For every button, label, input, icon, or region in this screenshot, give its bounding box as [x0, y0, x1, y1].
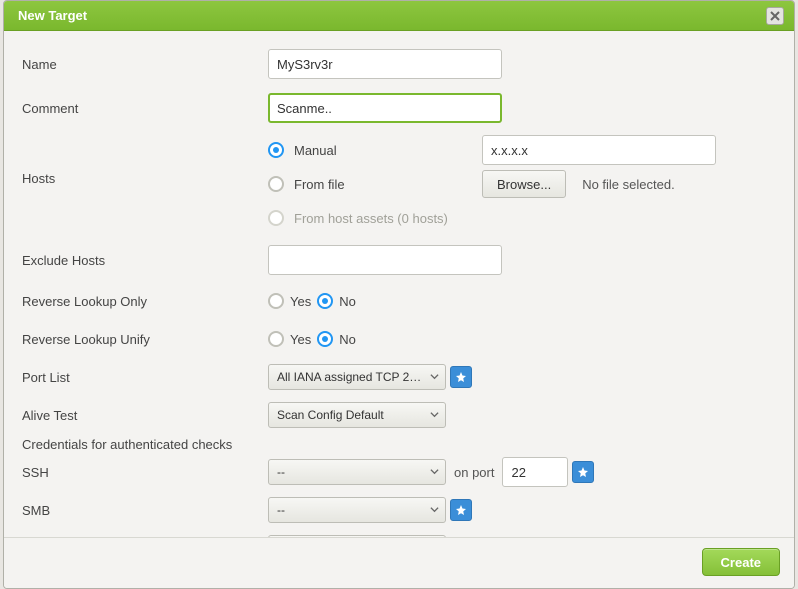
reverse-only-no-radio[interactable]: [317, 293, 333, 309]
reverse-only-yes-radio[interactable]: [268, 293, 284, 309]
reverse-only-label: Reverse Lookup Only: [22, 294, 268, 309]
titlebar: New Target: [4, 1, 794, 31]
create-button[interactable]: Create: [702, 548, 780, 576]
hosts-file-label: From file: [294, 177, 345, 192]
smb-new-button[interactable]: [450, 499, 472, 521]
port-list-label: Port List: [22, 370, 268, 385]
hosts-manual-input[interactable]: [482, 135, 716, 165]
on-port-label: on port: [454, 465, 494, 480]
ssh-new-button[interactable]: [572, 461, 594, 483]
chevron-down-icon: [430, 408, 439, 422]
hosts-assets-label: From host assets (0 hosts): [294, 211, 448, 226]
new-target-dialog: New Target Name Comment Hosts: [3, 0, 795, 589]
chevron-down-icon: [430, 465, 439, 479]
reverse-unify-no-label: No: [339, 332, 356, 347]
comment-label: Comment: [22, 101, 268, 116]
reverse-unify-yes-label: Yes: [290, 332, 311, 347]
smb-select[interactable]: --: [268, 497, 446, 523]
hosts-manual-radio[interactable]: [268, 142, 284, 158]
close-button[interactable]: [766, 7, 784, 25]
hosts-label: Hosts: [22, 133, 268, 186]
ssh-select[interactable]: --: [268, 459, 446, 485]
port-list-new-button[interactable]: [450, 366, 472, 388]
dialog-content: Name Comment Hosts Manual: [4, 31, 794, 537]
comment-input[interactable]: [268, 93, 502, 123]
chevron-down-icon: [430, 503, 439, 517]
exclude-hosts-input[interactable]: [268, 245, 502, 275]
alive-test-select[interactable]: Scan Config Default: [268, 402, 446, 428]
dialog-title: New Target: [18, 8, 87, 23]
chevron-down-icon: [430, 370, 439, 384]
star-icon: [455, 504, 467, 516]
reverse-unify-no-radio[interactable]: [317, 331, 333, 347]
reverse-only-no-label: No: [339, 294, 356, 309]
smb-label: SMB: [22, 503, 268, 518]
hosts-file-radio[interactable]: [268, 176, 284, 192]
credentials-header: Credentials for authenticated checks: [22, 437, 776, 452]
reverse-unify-label: Reverse Lookup Unify: [22, 332, 268, 347]
star-icon: [455, 371, 467, 383]
hosts-assets-radio: [268, 210, 284, 226]
dialog-footer: Create: [4, 537, 794, 588]
name-input[interactable]: [268, 49, 502, 79]
name-label: Name: [22, 57, 268, 72]
close-icon: [770, 11, 780, 21]
reverse-unify-yes-radio[interactable]: [268, 331, 284, 347]
no-file-text: No file selected.: [582, 177, 675, 192]
port-list-select[interactable]: All IANA assigned TCP 20…: [268, 364, 446, 390]
ssh-label: SSH: [22, 465, 268, 480]
exclude-hosts-label: Exclude Hosts: [22, 253, 268, 268]
star-icon: [577, 466, 589, 478]
browse-button[interactable]: Browse...: [482, 170, 566, 198]
hosts-manual-label: Manual: [294, 143, 337, 158]
ssh-port-input[interactable]: [502, 457, 568, 487]
reverse-only-yes-label: Yes: [290, 294, 311, 309]
alive-test-label: Alive Test: [22, 408, 268, 423]
